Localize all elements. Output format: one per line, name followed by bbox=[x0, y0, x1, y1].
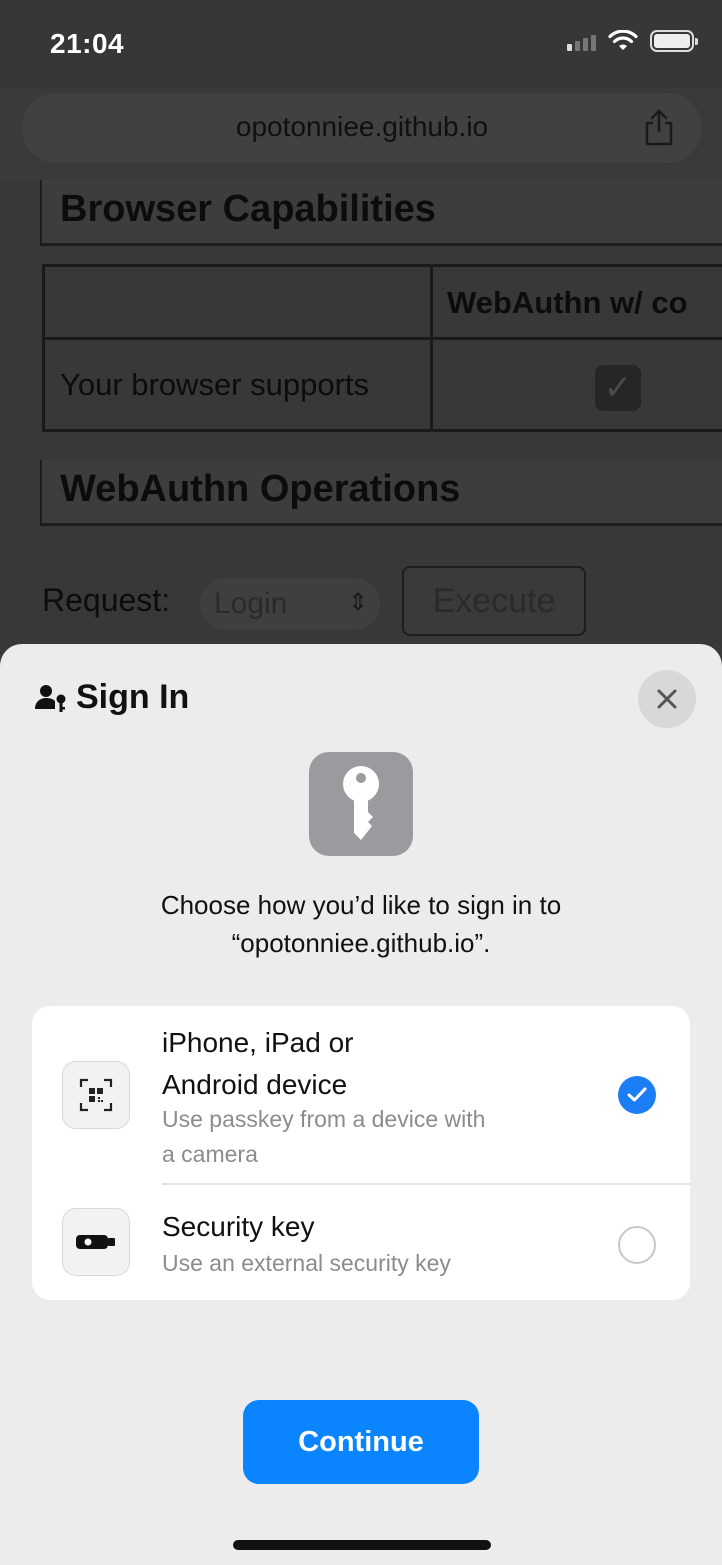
option-title-line-2: Android device bbox=[162, 1069, 348, 1100]
option-subtitle-line-2: a camera bbox=[162, 1141, 258, 1167]
request-select-value: Login bbox=[214, 587, 288, 620]
capabilities-heading: Browser Capabilities bbox=[60, 188, 436, 230]
support-checkbox: ✓ bbox=[595, 365, 641, 411]
key-icon bbox=[343, 766, 379, 840]
option-title-line-1: iPhone, iPad or bbox=[162, 1027, 354, 1058]
option-security-key[interactable]: Security key Use an external security ke… bbox=[32, 1184, 690, 1300]
close-icon bbox=[657, 689, 677, 709]
status-icons bbox=[567, 30, 698, 52]
execute-label: Execute bbox=[432, 582, 556, 620]
radio-unselected[interactable] bbox=[618, 1226, 656, 1264]
security-key-icon bbox=[62, 1208, 130, 1276]
option-subtitle: Use passkey from a device with a camera bbox=[162, 1102, 562, 1172]
share-icon[interactable] bbox=[642, 109, 676, 147]
close-button[interactable] bbox=[638, 670, 696, 728]
option-subtitle: Use an external security key bbox=[162, 1246, 562, 1281]
wifi-icon bbox=[608, 30, 638, 50]
option-title: iPhone, iPad or Android device bbox=[162, 1022, 522, 1106]
request-select[interactable]: Login ⇕ bbox=[200, 578, 380, 630]
sheet-title-text: Sign In bbox=[76, 678, 190, 716]
sheet-title: Sign In bbox=[34, 678, 189, 717]
page-content: Browser Capabilities WebAuthn w/ co Your… bbox=[0, 180, 722, 650]
continue-button[interactable]: Continue bbox=[243, 1400, 479, 1484]
sign-in-options: iPhone, iPad or Android device Use passk… bbox=[32, 1006, 690, 1300]
option-nearby-device[interactable]: iPhone, iPad or Android device Use passk… bbox=[32, 1006, 690, 1184]
capabilities-table: WebAuthn w/ co Your browser supports ✓ bbox=[42, 264, 722, 432]
status-bar: 21:04 bbox=[0, 0, 722, 88]
continue-label: Continue bbox=[298, 1425, 424, 1458]
url-text: opotonniee.github.io bbox=[235, 111, 489, 142]
chevron-updown-icon: ⇕ bbox=[347, 589, 368, 616]
battery-icon bbox=[650, 30, 698, 52]
checkmark-icon bbox=[627, 1087, 647, 1102]
sign-in-sheet: Sign In Choose how you’d like to sign in… bbox=[0, 644, 722, 1565]
person-key-icon bbox=[35, 684, 66, 712]
table-row-label: Your browser supports bbox=[60, 367, 370, 402]
qr-code-icon bbox=[62, 1061, 130, 1129]
option-title-line-1: Security key bbox=[162, 1211, 315, 1242]
prompt-line-2: “opotonniee.github.io”. bbox=[231, 928, 491, 958]
table-column-header: WebAuthn w/ co bbox=[447, 285, 688, 320]
operations-heading: WebAuthn Operations bbox=[60, 468, 461, 510]
option-subtitle-line-1: Use passkey from a device with bbox=[162, 1106, 486, 1132]
radio-selected[interactable] bbox=[618, 1076, 656, 1114]
operations-header: WebAuthn Operations bbox=[40, 460, 722, 526]
execute-button[interactable]: Execute bbox=[402, 566, 586, 636]
prompt-line-1: Choose how you’d like to sign in to bbox=[160, 890, 562, 920]
passkey-hero bbox=[309, 752, 413, 856]
option-subtitle-line-1: Use an external security key bbox=[162, 1250, 451, 1276]
request-label: Request: bbox=[42, 582, 171, 618]
address-bar[interactable]: opotonniee.github.io bbox=[22, 93, 702, 163]
status-time: 21:04 bbox=[50, 28, 125, 59]
sign-in-prompt: Choose how you’d like to sign in to “opo… bbox=[60, 886, 662, 962]
capabilities-header: Browser Capabilities bbox=[40, 180, 722, 246]
option-title: Security key bbox=[162, 1206, 522, 1248]
home-indicator bbox=[233, 1540, 491, 1550]
signal-icon bbox=[567, 31, 596, 51]
